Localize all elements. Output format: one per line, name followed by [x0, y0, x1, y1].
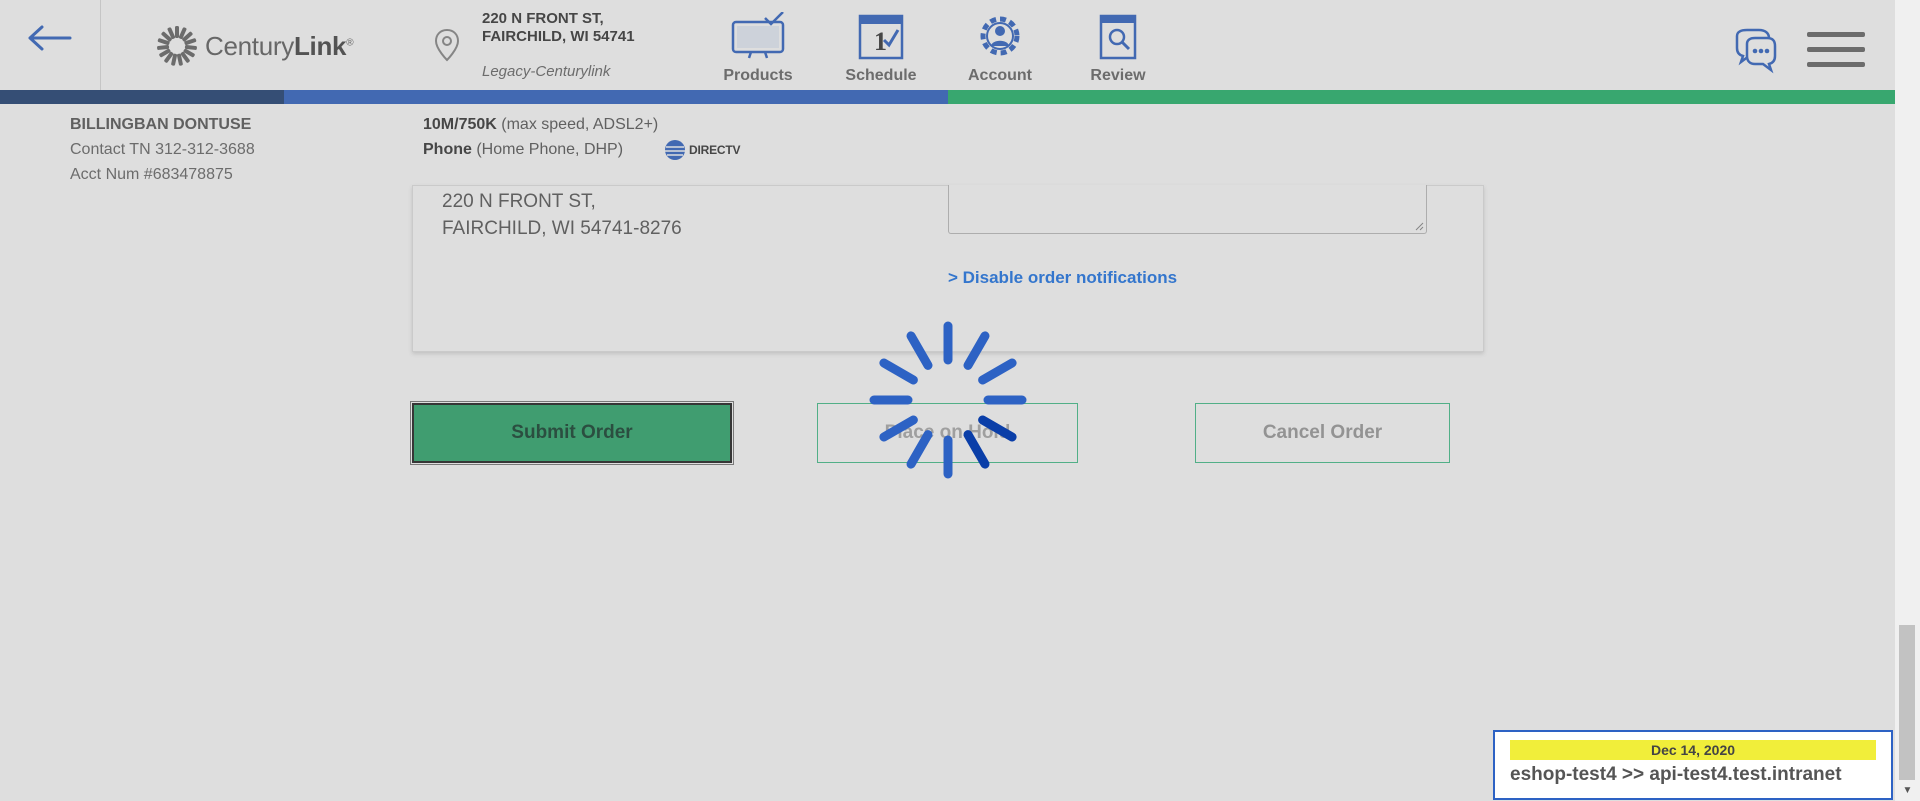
- scrollbar-thumb[interactable]: [1899, 625, 1915, 780]
- environment-label: eshop-test4 >> api-test4.test.intranet: [1510, 764, 1842, 785]
- environment-date: Dec 14, 2020: [1510, 740, 1876, 760]
- scroll-down-arrow-icon[interactable]: ▼: [1895, 782, 1920, 800]
- loading-spinner-icon: [869, 321, 1027, 479]
